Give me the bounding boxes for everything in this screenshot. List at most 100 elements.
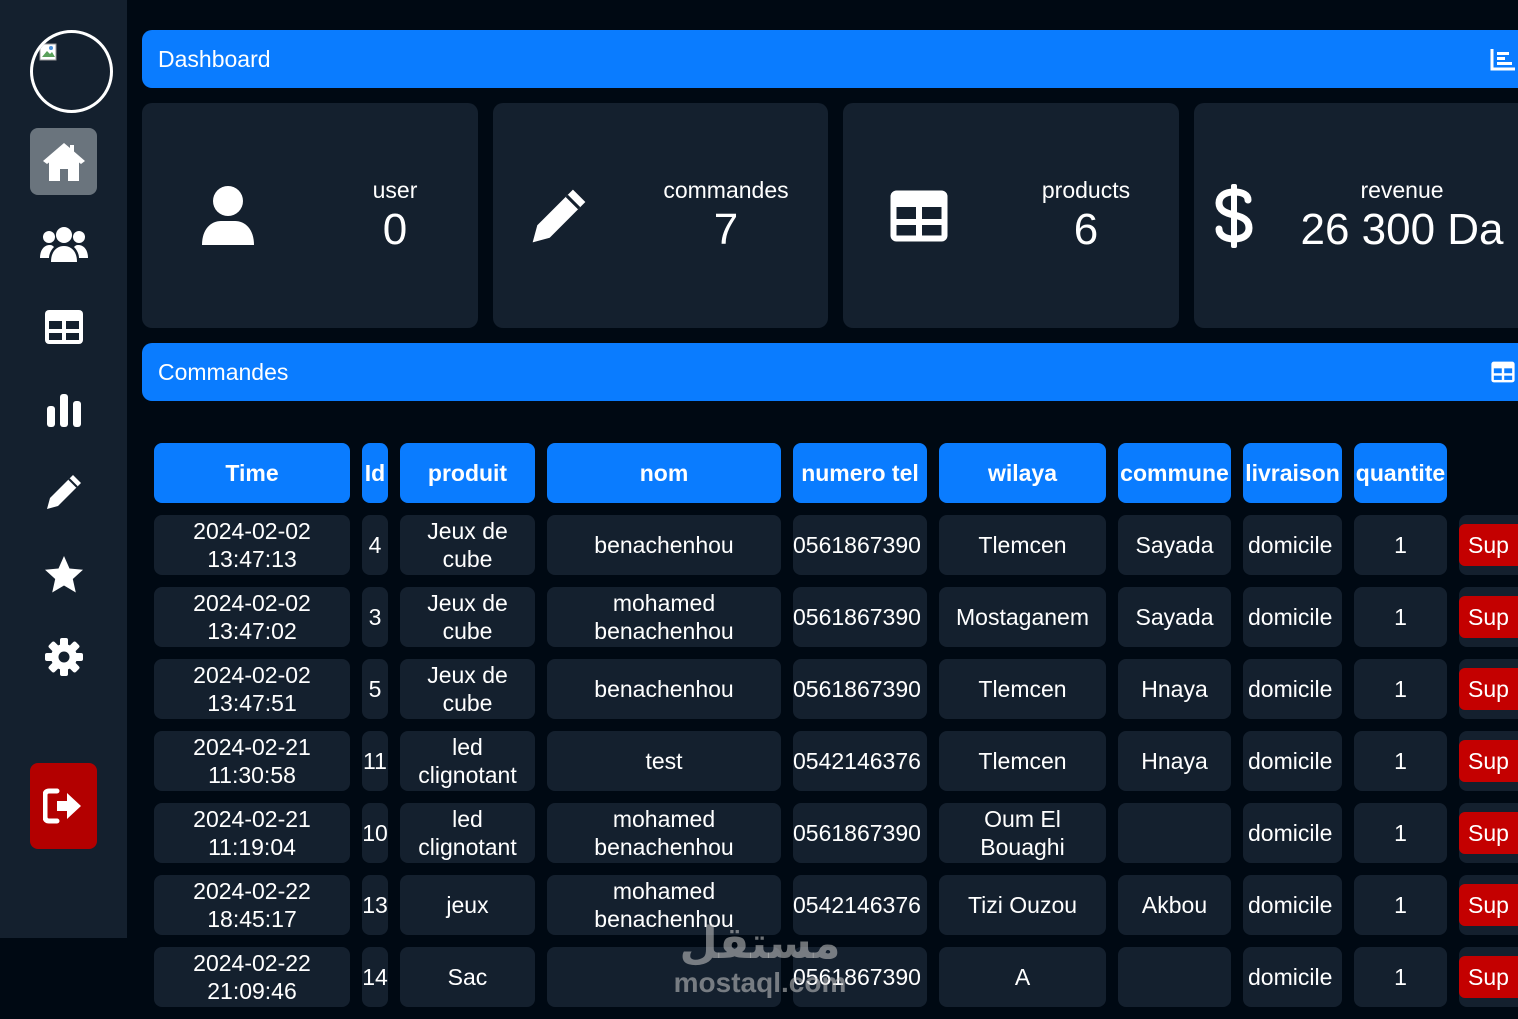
cell-text: domicile — [1248, 820, 1333, 846]
delete-button[interactable]: Sup — [1459, 884, 1518, 926]
table-cell-wilaya: Oum El Bouaghi — [939, 803, 1106, 863]
cell-date: 2024-02-22 — [193, 878, 311, 904]
column-header-commune[interactable]: commune — [1118, 443, 1231, 503]
column-header-wilaya[interactable]: wilaya — [939, 443, 1106, 503]
cell-line: Jeux de — [427, 662, 508, 688]
delete-button[interactable]: Sup — [1459, 812, 1518, 854]
cell-text: 1 — [1394, 964, 1407, 990]
table-cell-nom — [547, 947, 781, 1007]
cell-text: Jeux de cube — [427, 661, 508, 717]
table-cell-produit: Jeux de cube — [400, 659, 535, 719]
column-header-quantite[interactable]: quantite — [1354, 443, 1447, 503]
cell-date: 2024-02-02 — [193, 662, 311, 688]
table-cell-commune: Akbou — [1118, 875, 1231, 935]
table-cell-nom: mohamed benachenhou — [547, 587, 781, 647]
cell-text: Hnaya — [1141, 676, 1208, 702]
column-header-nom[interactable]: nom — [547, 443, 781, 503]
table-cell-livraison: domicile — [1243, 731, 1342, 791]
sidebar-item-chart[interactable] — [30, 376, 97, 443]
table-cell-id: 10 — [362, 803, 388, 863]
table-cell-tel: 0542146376 — [793, 731, 927, 791]
cell-text: Jeux de cube — [427, 517, 508, 573]
table-cell-produit: jeux — [400, 875, 535, 935]
table-icon — [890, 190, 948, 242]
stat-card-user: user 0 — [142, 103, 478, 328]
table-cell-wilaya: Tlemcen — [939, 731, 1106, 791]
cell-text: Tlemcen — [978, 531, 1066, 559]
table-cell-id: 13 — [362, 875, 388, 935]
cell-text: mohamed benachenhou — [594, 805, 733, 861]
delete-button[interactable]: Sup — [1459, 596, 1518, 638]
table-cell-commune: Sayada — [1118, 587, 1231, 647]
cell-date: 2024-02-21 — [193, 734, 311, 760]
sidebar-item-settings[interactable] — [30, 623, 97, 690]
table-cell-livraison: domicile — [1243, 803, 1342, 863]
section-title: Commandes — [158, 358, 289, 385]
logout-button[interactable] — [30, 763, 97, 849]
cell-line: mohamed — [612, 878, 716, 904]
sidebar-item-home[interactable] — [30, 128, 97, 195]
cell-text: 1 — [1394, 820, 1407, 846]
delete-cell: Sup — [1459, 731, 1518, 791]
cell-text: 11 — [363, 748, 387, 774]
column-header-tel[interactable]: numero tel — [793, 443, 927, 503]
column-header-produit[interactable]: produit — [400, 443, 535, 503]
page-title: Dashboard — [158, 45, 271, 72]
table-cell-wilaya: Tizi Ouzou — [939, 875, 1106, 935]
cell-text: Sayada — [1135, 604, 1214, 630]
column-header-id[interactable]: Id — [362, 443, 388, 503]
cell-text: Sac — [448, 963, 488, 991]
delete-cell: Sup — [1459, 803, 1518, 863]
cell-time: 11:30:58 — [208, 762, 296, 788]
sidebar-item-users[interactable] — [30, 210, 97, 277]
table-cell-nom: benachenhou — [547, 515, 781, 575]
cell-line: led — [452, 734, 483, 760]
delete-button[interactable]: Sup — [1459, 524, 1518, 566]
cell-text: 1 — [1394, 676, 1407, 702]
cell-text: 1 — [1394, 892, 1407, 918]
table-cell-nom: test — [547, 731, 781, 791]
cell-date: 2024-02-21 — [193, 806, 311, 832]
table-cell-quantite: 1 — [1354, 947, 1447, 1007]
cell-text: 0542146376 — [793, 892, 921, 918]
cell-text: Akbou — [1141, 892, 1208, 918]
dashboard-header: Dashboard — [142, 30, 1518, 88]
cell-text: 10 — [362, 820, 388, 846]
pencil-icon — [46, 474, 81, 509]
table-cell-wilaya: Tlemcen — [939, 659, 1106, 719]
stat-value: 7 — [713, 205, 739, 254]
delete-cell: Sup — [1459, 659, 1518, 719]
cell-date: 2024-02-02 — [193, 518, 311, 544]
stat-value: 0 — [382, 205, 408, 254]
cell-time: 21:09:46 — [207, 978, 297, 1004]
cell-text: 1 — [1394, 748, 1407, 774]
column-header-time[interactable]: Time — [154, 443, 350, 503]
sidebar-item-table[interactable] — [30, 293, 97, 360]
delete-button[interactable]: Sup — [1459, 668, 1518, 710]
table-cell-produit: Sac — [400, 947, 535, 1007]
cell-text: domicile — [1248, 676, 1333, 702]
star-icon — [44, 555, 83, 592]
table-cell-datetime: 2024-02-22 21:09:46 — [154, 947, 350, 1007]
sidebar-item-favorites[interactable] — [30, 541, 97, 608]
delete-button[interactable]: Sup — [1459, 740, 1518, 782]
table-cell-nom: mohamed benachenhou — [547, 875, 781, 935]
delete-cell: Sup — [1459, 947, 1518, 1007]
delete-button[interactable]: Sup — [1459, 956, 1518, 998]
cell-text: domicile — [1248, 748, 1333, 774]
cell-line: Tlemcen — [978, 532, 1067, 558]
column-header-livraison[interactable]: livraison — [1243, 443, 1342, 503]
cell-text: Jeux de cube — [427, 589, 508, 645]
cell-line: Tlemcen — [978, 676, 1067, 702]
avatar[interactable] — [30, 30, 113, 113]
cell-line: A — [1014, 964, 1031, 990]
commandes-header: Commandes — [142, 343, 1518, 401]
cell-text: mohamed benachenhou — [594, 877, 733, 933]
cell-text: Tlemcen — [978, 675, 1066, 703]
table-cell-quantite: 1 — [1354, 515, 1447, 575]
table-cell-quantite: 1 — [1354, 803, 1447, 863]
table-icon — [1491, 361, 1515, 383]
cell-text: benachenhou — [594, 531, 733, 559]
sidebar-item-edit[interactable] — [30, 458, 97, 525]
table-cell-datetime: 2024-02-21 11:30:58 — [154, 731, 350, 791]
